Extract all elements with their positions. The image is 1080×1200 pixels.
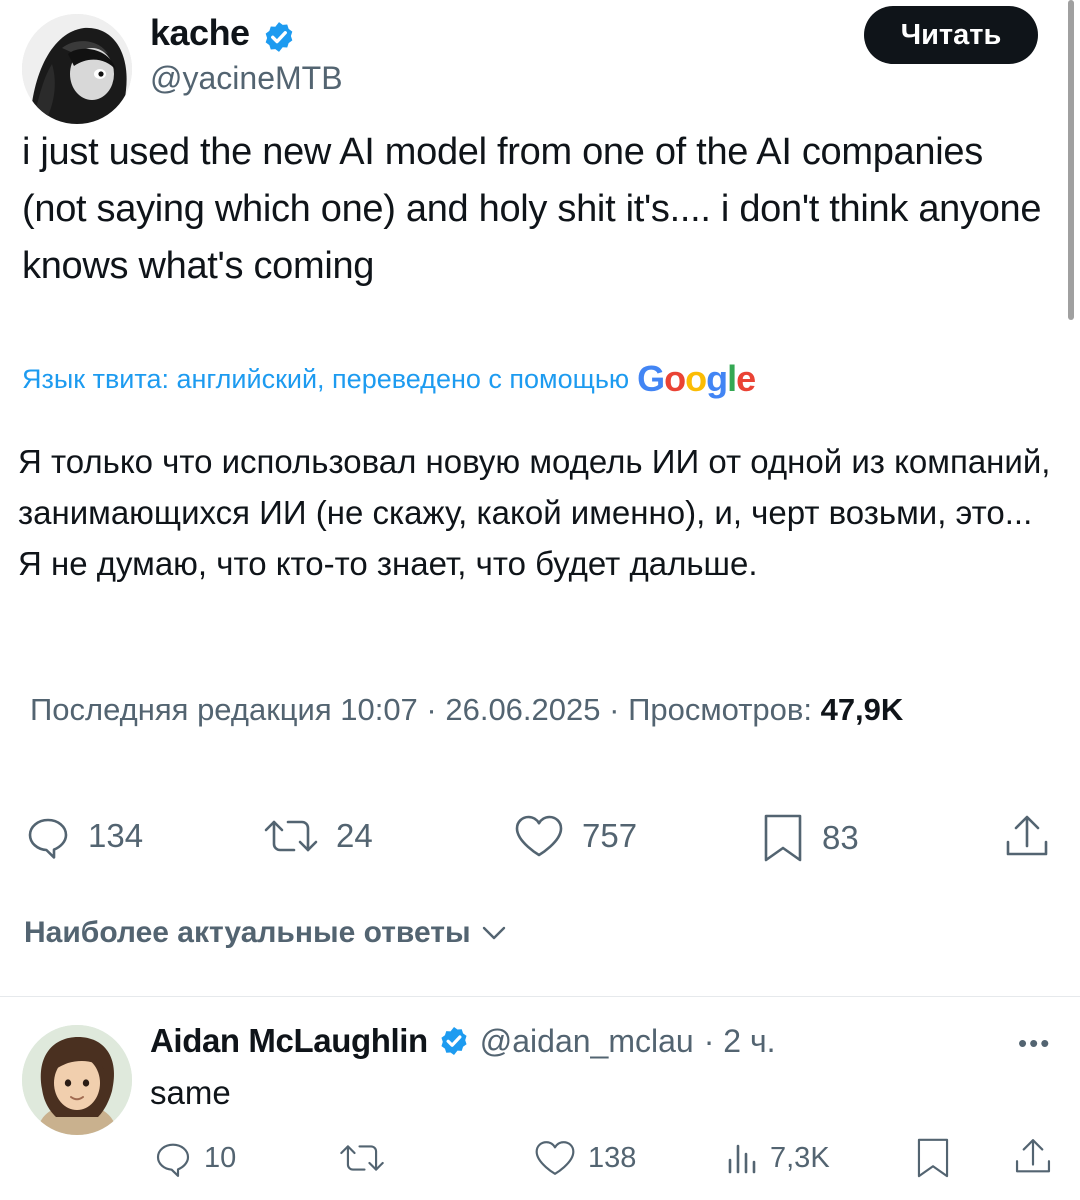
author-avatar[interactable] [22,14,132,124]
like-icon [512,812,566,860]
retweet-icon [338,1138,386,1178]
author-handle[interactable]: @yacineMTB [150,60,343,97]
replies-sort-dropdown[interactable]: Наиболее актуальные ответы [24,916,509,950]
views-count: 47,9K [820,692,904,727]
tweet-meta: Последняя редакция 10:07 · 26.06.2025 · … [30,692,903,728]
reply-author-avatar[interactable] [22,1025,132,1135]
bookmark-icon [760,812,806,864]
edit-timestamp[interactable]: Последняя редакция 10:07 · 26.06.2025 [30,692,601,727]
retweet-button[interactable]: 24 [262,812,373,860]
reply-like-button[interactable]: 138 [532,1138,636,1178]
reply-like-count: 138 [588,1141,637,1174]
reply-author-name[interactable]: Aidan McLaughlin [150,1022,428,1060]
translation-notice[interactable]: Язык твита: английский, переведено с пом… [22,358,756,400]
scrollbar[interactable] [1068,0,1074,320]
reply-reply-button[interactable]: 10 [152,1138,236,1178]
bookmark-button[interactable]: 83 [760,812,859,864]
reply-icon [24,812,72,860]
views-icon [724,1138,760,1178]
share-button[interactable] [1002,812,1052,862]
reply-views-button[interactable]: 7,3K [724,1138,830,1178]
verified-badge-icon [438,1025,470,1057]
divider [0,996,1080,997]
replies-sort-label: Наиболее актуальные ответы [24,916,471,949]
bookmark-count: 83 [822,819,859,856]
reply-bookmark-button[interactable] [914,1136,952,1180]
share-icon [1002,812,1052,862]
reply-icon [152,1138,194,1178]
views-label: · Просмотров: [600,692,821,727]
reply-button[interactable]: 134 [24,812,143,860]
reply-author-handle[interactable]: @aidan_mclau [480,1023,694,1060]
like-count: 757 [582,817,638,854]
follow-button[interactable]: Читать [864,6,1038,64]
reply-share-button[interactable] [1012,1136,1054,1178]
reply-text: same [150,1074,231,1111]
reply-timestamp[interactable]: · 2 ч. [704,1023,776,1060]
translated-text: Я только что использовал новую модель ИИ… [18,443,1051,582]
reply-retweet-button[interactable] [338,1138,386,1178]
more-icon[interactable]: ••• [1018,1028,1051,1059]
reply-count: 134 [88,817,144,854]
chevron-down-icon [479,918,509,948]
author-name[interactable]: kache [150,12,250,54]
reply-reply-count: 10 [204,1141,237,1174]
like-icon [532,1138,578,1178]
share-icon [1012,1136,1054,1178]
like-button[interactable]: 757 [512,812,637,860]
retweet-count: 24 [336,817,373,854]
bookmark-icon [914,1136,952,1180]
reply-views-count: 7,3K [770,1141,830,1174]
translation-label: Язык твита: английский, переведено с пом… [22,363,630,394]
verified-badge-icon [262,20,296,54]
reply-header: Aidan McLaughlin @aidan_mclau · 2 ч. [150,1022,776,1060]
retweet-icon [262,812,320,860]
google-logo: Google [637,358,756,399]
tweet-text: i just used the new AI model from one of… [22,131,1042,287]
